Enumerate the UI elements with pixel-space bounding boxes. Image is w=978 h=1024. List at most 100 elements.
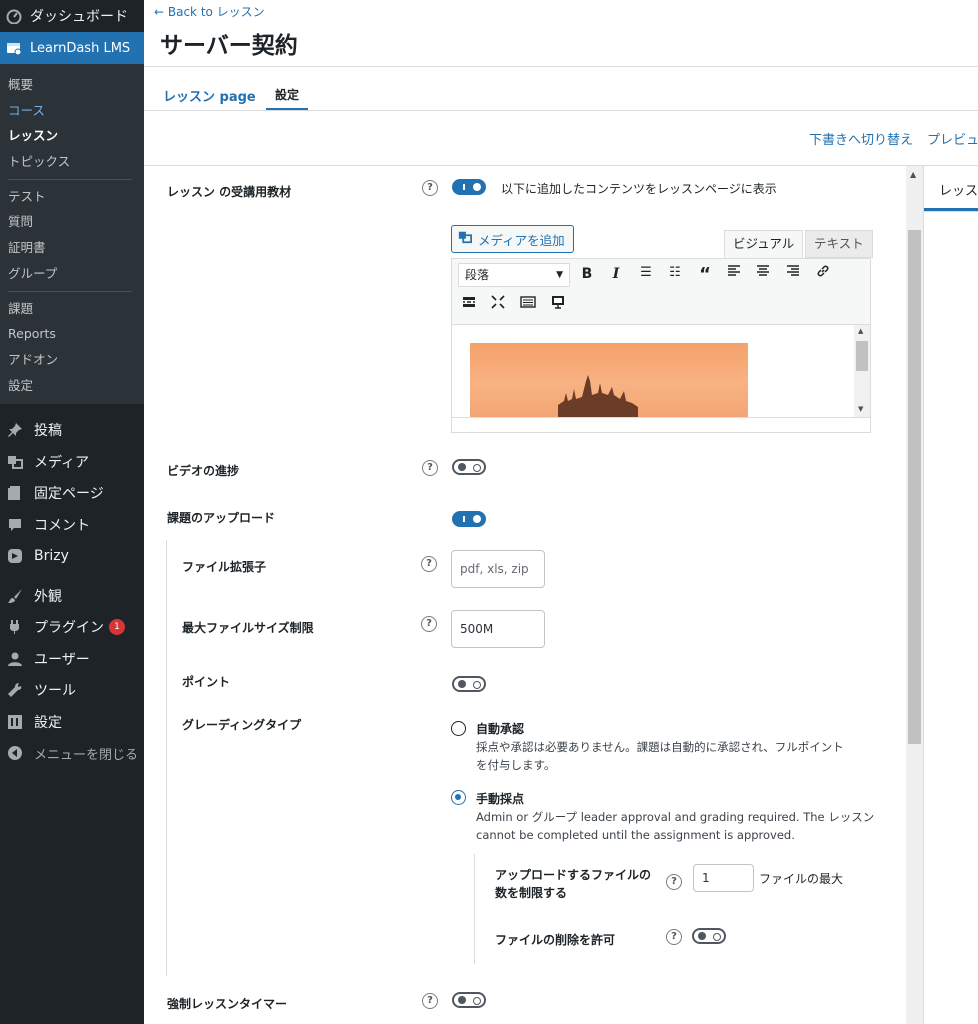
sidebar-item-comments[interactable]: コメント: [0, 509, 144, 541]
settings-icon: [6, 713, 24, 731]
link-icon[interactable]: [812, 264, 834, 282]
tab-visual[interactable]: ビジュアル: [724, 230, 804, 259]
editor-toolbar: 下書きへ切り替え プレビュー: [144, 111, 978, 166]
assignment-upload-toggle[interactable]: [452, 511, 486, 527]
brizy-icon: [6, 547, 24, 565]
submenu-addons[interactable]: アドオン: [0, 347, 144, 373]
sidebar-item-tools[interactable]: ツール: [0, 674, 144, 706]
toolbar-toggle-icon[interactable]: [517, 295, 539, 313]
submenu-assignments[interactable]: 課題: [0, 296, 144, 322]
auto-approve-radio[interactable]: [451, 721, 466, 736]
sidebar-item-appearance[interactable]: 外観: [0, 580, 144, 612]
submenu-settings[interactable]: 設定: [0, 373, 144, 399]
points-label: ポイント: [182, 675, 231, 689]
materials-label: レッスン の受講用教材: [167, 185, 292, 199]
help-icon[interactable]: ?: [422, 460, 438, 476]
sidebar-item-label: プラグイン: [34, 620, 104, 636]
bold-icon[interactable]: B: [576, 266, 598, 282]
sidebar-item-label: 投稿: [34, 423, 62, 439]
forced-timer-toggle[interactable]: [452, 992, 486, 1008]
scroll-up-icon[interactable]: ▲: [858, 327, 863, 335]
submenu-certificates[interactable]: 証明書: [0, 235, 144, 261]
collapse-menu-button[interactable]: メニューを閉じる: [0, 737, 144, 769]
sidebar-item-settings[interactable]: 設定: [0, 706, 144, 738]
sidebar-item-users[interactable]: ユーザー: [0, 643, 144, 675]
submenu-divider: [8, 290, 132, 292]
panel-scrollbar[interactable]: ▲: [906, 166, 923, 1024]
submenu-quizzes[interactable]: テスト: [0, 184, 144, 210]
sidebar-item-label: メニューを閉じる: [34, 747, 139, 763]
help-icon[interactable]: ?: [666, 929, 682, 945]
sidebar-item-plugins[interactable]: プラグイン 1: [0, 611, 144, 643]
submenu-reports[interactable]: Reports: [0, 321, 144, 347]
blockquote-icon[interactable]: “: [694, 264, 716, 285]
format-value: 段落: [465, 268, 490, 282]
submenu-courses[interactable]: コース: [0, 98, 144, 124]
submenu-topics[interactable]: トピックス: [0, 149, 144, 175]
scrollbar-thumb[interactable]: [908, 230, 921, 744]
help-icon[interactable]: ?: [422, 993, 438, 1009]
sidebar-item-media[interactable]: メディア: [0, 446, 144, 478]
content-editor: 段落 ▼ B I ☰ ☷ “ ▲ ▼: [451, 258, 871, 433]
help-icon[interactable]: ?: [421, 616, 437, 632]
tab-text[interactable]: テキスト: [805, 230, 873, 258]
points-toggle[interactable]: [452, 676, 486, 692]
dashboard-icon: [6, 8, 22, 24]
sidebar-item-learndash[interactable]: LearnDash LMS: [0, 32, 144, 64]
allow-file-delete-toggle[interactable]: [692, 928, 726, 944]
tab-lesson-page[interactable]: レッスン page: [163, 86, 256, 105]
italic-icon[interactable]: I: [605, 266, 627, 282]
tab-settings[interactable]: 設定: [275, 86, 299, 103]
manual-grading-radio[interactable]: [451, 790, 466, 805]
sidebar-item-dashboard[interactable]: ダッシュボード: [0, 0, 144, 32]
sidebar-item-label: ユーザー: [34, 651, 90, 668]
paragraph-format-select[interactable]: 段落 ▼: [458, 263, 570, 287]
align-right-icon[interactable]: [782, 264, 804, 282]
add-media-button[interactable]: メディアを追加: [451, 225, 574, 253]
castle-silhouette: [558, 375, 638, 417]
auto-approve-desc-line2: を付与します。: [476, 758, 556, 772]
sidebar-item-label: 外観: [34, 588, 62, 605]
editor-content-area[interactable]: ▲ ▼: [452, 325, 870, 417]
video-progression-toggle[interactable]: [452, 459, 486, 475]
file-limit-input[interactable]: 1: [693, 864, 754, 892]
bullet-list-icon[interactable]: ☰: [635, 265, 657, 280]
tab-lesson-sidebar[interactable]: レッスン: [939, 180, 978, 199]
back-to-lessons-link[interactable]: ← Back to レッスン: [154, 3, 265, 20]
help-icon[interactable]: ?: [421, 556, 437, 572]
help-icon[interactable]: ?: [422, 180, 438, 196]
read-more-icon[interactable]: [458, 295, 480, 313]
editor-format-toolbar: 段落 ▼ B I ☰ ☷ “: [452, 259, 870, 325]
submenu-questions[interactable]: 質問: [0, 209, 144, 235]
collapse-arrow-icon: [6, 744, 24, 762]
max-file-size-label: 最大ファイルサイズ制限: [182, 621, 314, 635]
help-icon[interactable]: ?: [666, 874, 682, 890]
align-left-icon[interactable]: [723, 264, 745, 282]
switch-to-draft-button[interactable]: 下書きへ切り替え: [809, 129, 913, 148]
materials-toggle[interactable]: [452, 179, 486, 195]
file-extensions-input[interactable]: pdf, xls, zip: [451, 550, 545, 588]
editor-scrollbar[interactable]: ▲ ▼: [854, 325, 870, 417]
slideshow-icon[interactable]: [547, 295, 569, 313]
submenu-overview[interactable]: 概要: [0, 72, 144, 98]
fullscreen-icon[interactable]: [487, 295, 509, 313]
scroll-down-icon[interactable]: ▼: [858, 405, 863, 413]
file-limit-suffix: ファイルの最大: [759, 872, 844, 886]
sidebar-item-posts[interactable]: 投稿: [0, 414, 144, 446]
add-media-label: メディアを追加: [478, 232, 565, 248]
numbered-list-icon[interactable]: ☷: [664, 265, 686, 280]
max-file-size-input[interactable]: 500M: [451, 610, 545, 648]
scroll-up-icon[interactable]: ▲: [910, 170, 916, 179]
submenu-groups[interactable]: グループ: [0, 261, 144, 287]
allow-file-delete-label: ファイルの削除を許可: [495, 933, 616, 947]
media-icon: [458, 230, 472, 248]
sidebar-item-brizy[interactable]: Brizy: [0, 540, 144, 572]
sidebar-item-label: Brizy: [34, 548, 69, 564]
admin-sidebar: ダッシュボード LearnDash LMS 概要 コース レッスン トピックス …: [0, 0, 144, 1024]
manual-grading-desc-line1: Admin or グループ leader approval and gradin…: [476, 810, 875, 824]
preview-button[interactable]: プレビュー: [927, 129, 978, 148]
submenu-lessons[interactable]: レッスン: [0, 123, 144, 149]
align-center-icon[interactable]: [752, 264, 774, 282]
sidebar-item-pages[interactable]: 固定ページ: [0, 477, 144, 509]
castle-image[interactable]: [470, 343, 748, 417]
